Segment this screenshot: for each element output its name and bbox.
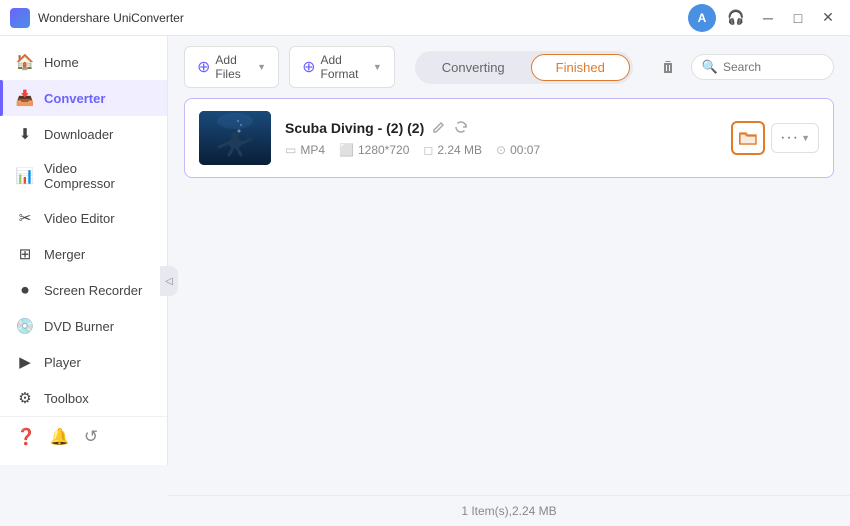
- sidebar-item-video-editor[interactable]: ✂ Video Editor: [0, 200, 167, 236]
- dvd-burner-icon: 💿: [16, 317, 34, 335]
- toolbar: ⊕ Add Files ▼ ⊕ Add Format ▼ Converting …: [168, 36, 850, 98]
- sidebar-wrapper: 🏠 Home 📥 Converter ⬇ Downloader 📊 Video …: [0, 36, 168, 526]
- sidebar-item-label: Home: [44, 55, 79, 70]
- format-icon: ▭: [285, 143, 296, 157]
- converter-icon: 📥: [16, 89, 34, 107]
- file-format: MP4: [300, 143, 325, 157]
- file-size: 2.24 MB: [437, 143, 482, 157]
- size-meta: ◻ 2.24 MB: [423, 143, 482, 157]
- tab-converting[interactable]: Converting: [418, 55, 529, 80]
- edit-icon[interactable]: [432, 120, 446, 137]
- file-info: Scuba Diving - (2) (2): [285, 120, 717, 157]
- refresh-icon[interactable]: [454, 120, 468, 137]
- sidebar-item-screen-recorder[interactable]: ⏺ Screen Recorder: [0, 272, 167, 308]
- tab-bar: Converting Finished: [415, 51, 633, 84]
- downloader-icon: ⬇: [16, 125, 34, 143]
- resolution-meta: ⬜ 1280*720: [339, 143, 409, 157]
- add-files-button[interactable]: ⊕ Add Files ▼: [184, 46, 279, 88]
- more-dots: ···: [780, 129, 799, 147]
- player-icon: ▶: [16, 353, 34, 371]
- duration-meta: ⊙ 00:07: [496, 143, 540, 157]
- sidebar-bottom: ❓ 🔔 ↺: [0, 416, 167, 457]
- content-area: ⊕ Add Files ▼ ⊕ Add Format ▼ Converting …: [168, 36, 850, 526]
- format-meta: ▭ MP4: [285, 143, 325, 157]
- sidebar-item-label: DVD Burner: [44, 319, 114, 334]
- sidebar-item-label: Player: [44, 355, 81, 370]
- file-resolution: 1280*720: [358, 143, 409, 157]
- size-icon: ◻: [423, 143, 433, 157]
- add-files-icon: ⊕: [197, 57, 210, 77]
- app-logo: [10, 8, 30, 28]
- sidebar-item-label: Toolbox: [44, 391, 89, 406]
- titlebar-controls: A 🎧 ─ □ ✕: [688, 4, 840, 32]
- headphone-icon[interactable]: 🎧: [722, 4, 750, 32]
- sidebar-item-home[interactable]: 🏠 Home: [0, 44, 167, 80]
- toolbar-right: 🔍: [653, 52, 834, 82]
- add-files-chevron: ▼: [257, 62, 266, 72]
- file-name-row: Scuba Diving - (2) (2): [285, 120, 717, 137]
- merger-icon: ⊞: [16, 245, 34, 263]
- minimize-button[interactable]: ─: [756, 6, 780, 30]
- more-chevron: ▼: [801, 133, 810, 143]
- sidebar: 🏠 Home 📥 Converter ⬇ Downloader 📊 Video …: [0, 36, 168, 465]
- sidebar-item-label: Video Editor: [44, 211, 115, 226]
- add-format-button[interactable]: ⊕ Add Format ▼: [289, 46, 395, 88]
- file-name: Scuba Diving - (2) (2): [285, 120, 424, 136]
- feedback-icon[interactable]: ↺: [84, 427, 98, 447]
- trash-button[interactable]: [653, 52, 683, 82]
- statusbar: 1 Item(s),2.24 MB: [168, 495, 850, 526]
- thumbnail-image: [199, 111, 271, 165]
- file-meta: ▭ MP4 ⬜ 1280*720 ◻ 2.24 MB ⊙: [285, 143, 717, 157]
- help-icon[interactable]: ❓: [16, 427, 36, 447]
- screen-recorder-icon: ⏺: [16, 281, 34, 299]
- trash-icon: [660, 59, 676, 75]
- file-duration: 00:07: [510, 143, 540, 157]
- statusbar-text: 1 Item(s),2.24 MB: [461, 504, 556, 518]
- sidebar-item-label: Screen Recorder: [44, 283, 142, 298]
- sidebar-item-label: Downloader: [44, 127, 113, 142]
- file-card: Scuba Diving - (2) (2): [184, 98, 834, 178]
- app-title: Wondershare UniConverter: [38, 11, 688, 25]
- file-thumbnail: [199, 111, 271, 165]
- main-layout: 🏠 Home 📥 Converter ⬇ Downloader 📊 Video …: [0, 36, 850, 526]
- user-avatar[interactable]: A: [688, 4, 716, 32]
- home-icon: 🏠: [16, 53, 34, 71]
- notification-icon[interactable]: 🔔: [50, 427, 70, 447]
- sidebar-item-dvd-burner[interactable]: 💿 DVD Burner: [0, 308, 167, 344]
- video-editor-icon: ✂: [16, 209, 34, 227]
- file-actions: ··· ▼: [731, 121, 819, 155]
- toolbox-icon: ⚙: [16, 389, 34, 407]
- sidebar-collapse-handle[interactable]: ◁: [160, 266, 178, 296]
- folder-icon: [739, 130, 757, 146]
- duration-icon: ⊙: [496, 143, 506, 157]
- open-folder-button[interactable]: [731, 121, 765, 155]
- sidebar-item-label: Video Compressor: [44, 161, 151, 191]
- more-options-button[interactable]: ··· ▼: [771, 123, 819, 153]
- sidebar-item-converter[interactable]: 📥 Converter: [0, 80, 167, 116]
- sidebar-item-video-compressor[interactable]: 📊 Video Compressor: [0, 152, 167, 200]
- tab-finished[interactable]: Finished: [531, 54, 630, 81]
- sidebar-item-downloader[interactable]: ⬇ Downloader: [0, 116, 167, 152]
- add-format-label: Add Format: [320, 53, 367, 81]
- search-icon: 🔍: [702, 59, 718, 75]
- sidebar-item-label: Merger: [44, 247, 85, 262]
- search-box: 🔍: [691, 54, 834, 80]
- sidebar-item-toolbox[interactable]: ⚙ Toolbox: [0, 380, 167, 416]
- resolution-icon: ⬜: [339, 143, 354, 157]
- sidebar-item-player[interactable]: ▶ Player: [0, 344, 167, 380]
- file-list: Scuba Diving - (2) (2): [168, 98, 850, 495]
- sidebar-item-label: Converter: [44, 91, 105, 106]
- search-input[interactable]: [723, 60, 823, 74]
- close-button[interactable]: ✕: [816, 6, 840, 30]
- maximize-button[interactable]: □: [786, 6, 810, 30]
- add-files-label: Add Files: [215, 53, 252, 81]
- sidebar-item-merger[interactable]: ⊞ Merger: [0, 236, 167, 272]
- video-compressor-icon: 📊: [16, 167, 34, 185]
- titlebar: Wondershare UniConverter A 🎧 ─ □ ✕: [0, 0, 850, 36]
- add-format-icon: ⊕: [302, 57, 315, 77]
- add-format-chevron: ▼: [373, 62, 382, 72]
